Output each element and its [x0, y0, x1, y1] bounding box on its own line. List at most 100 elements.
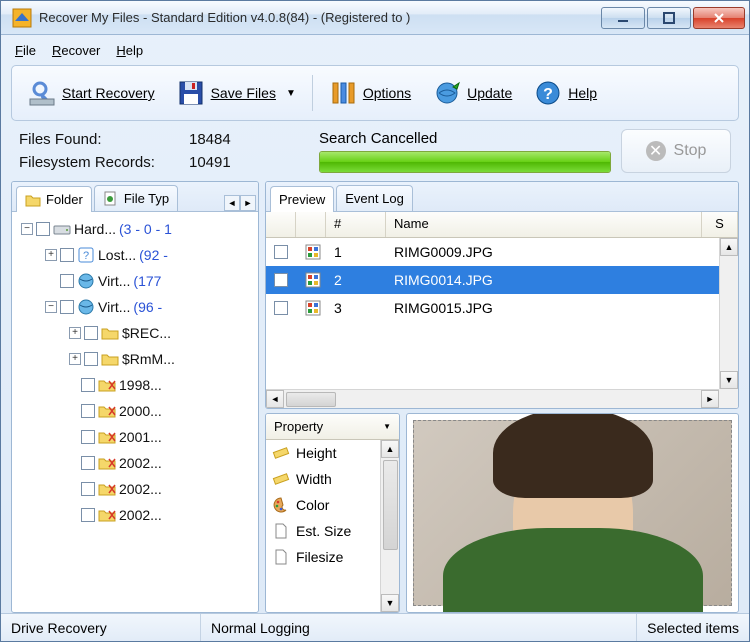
tree-label: Hard...: [74, 216, 116, 242]
scroll-right-icon[interactable]: ►: [701, 390, 719, 408]
header-number[interactable]: #: [326, 212, 386, 237]
checkbox[interactable]: [36, 222, 50, 236]
tree-label: Lost...: [98, 242, 136, 268]
statusbar: Drive Recovery Normal Logging Selected i…: [1, 613, 749, 641]
image-preview-panel: [406, 413, 739, 613]
vertical-scrollbar[interactable]: ▲ ▼: [380, 440, 399, 612]
checkbox[interactable]: [274, 301, 288, 315]
update-button[interactable]: Update: [423, 73, 522, 113]
tree-1998[interactable]: 1998...: [14, 372, 256, 398]
tree-2002a[interactable]: 2002...: [14, 450, 256, 476]
checkbox[interactable]: [81, 508, 95, 522]
expander-icon[interactable]: −: [21, 223, 33, 235]
drive-icon: [53, 220, 71, 238]
expander-icon[interactable]: −: [45, 301, 57, 313]
tree-label: $REC...: [122, 320, 171, 346]
folder-icon: [101, 350, 119, 368]
checkbox[interactable]: [81, 482, 95, 496]
tree-2000[interactable]: 2000...: [14, 398, 256, 424]
window-controls: [599, 7, 745, 29]
checkbox[interactable]: [274, 273, 288, 287]
tree-virt1[interactable]: Virt... (177: [14, 268, 256, 294]
expander-icon[interactable]: +: [69, 327, 81, 339]
svg-text:?: ?: [543, 86, 553, 103]
file-row[interactable]: 3 RIMG0015.JPG: [266, 294, 738, 322]
file-row[interactable]: 1 RIMG0009.JPG: [266, 238, 738, 266]
files-found-value: 18484: [189, 131, 309, 148]
tree-2002b[interactable]: 2002...: [14, 476, 256, 502]
tab-folder[interactable]: Folder: [16, 186, 92, 212]
tree-2001[interactable]: 2001...: [14, 424, 256, 450]
header-name[interactable]: Name: [386, 212, 702, 237]
menu-file[interactable]: File: [15, 43, 36, 58]
file-list-panel: Preview Event Log # Name S 1 RIMG0009.JP…: [265, 181, 739, 409]
tab-filetype[interactable]: File Typ: [94, 185, 178, 211]
tree-count: (3 - 0 - 1: [119, 216, 172, 242]
tree-virt2[interactable]: − Virt... (96 -: [14, 294, 256, 320]
expander-icon[interactable]: +: [45, 249, 57, 261]
options-icon: [329, 79, 357, 107]
tree-lost[interactable]: + ? Lost... (92 -: [14, 242, 256, 268]
scroll-up-icon[interactable]: ▲: [720, 238, 738, 256]
tree-label: 1998...: [119, 372, 162, 398]
status-selected: Selected items: [637, 614, 749, 641]
checkbox[interactable]: [60, 300, 74, 314]
titlebar: Recover My Files - Standard Edition v4.0…: [1, 1, 749, 35]
file-icon: [272, 548, 290, 566]
properties-list[interactable]: Height Width Color Est. Size: [266, 440, 399, 612]
checkbox[interactable]: [81, 456, 95, 470]
scroll-up-icon[interactable]: ▲: [381, 440, 399, 458]
image-file-icon: [304, 299, 322, 317]
checkbox[interactable]: [60, 274, 74, 288]
folder-tree[interactable]: − Hard... (3 - 0 - 1 + ? Lost... (92 -: [12, 212, 258, 612]
expander-icon[interactable]: +: [69, 353, 81, 365]
fs-records-value: 10491: [189, 154, 309, 171]
status-progress: Search Cancelled: [319, 130, 611, 173]
vertical-scrollbar[interactable]: ▲ ▼: [719, 238, 738, 389]
save-icon: [177, 79, 205, 107]
checkbox[interactable]: [81, 404, 95, 418]
minimize-button[interactable]: [601, 7, 645, 29]
start-recovery-button[interactable]: Start Recovery: [18, 73, 165, 113]
scroll-down-icon[interactable]: ▼: [720, 371, 738, 389]
menu-help[interactable]: Help: [116, 43, 143, 58]
checkbox[interactable]: [60, 248, 74, 262]
tab-preview[interactable]: Preview: [270, 186, 334, 212]
image-file-icon: [304, 271, 322, 289]
checkbox[interactable]: [81, 430, 95, 444]
tree-label: $RmM...: [122, 346, 175, 372]
tree-root[interactable]: − Hard... (3 - 0 - 1: [14, 216, 256, 242]
help-button[interactable]: ? Help: [524, 73, 607, 113]
options-label: Options: [363, 85, 411, 101]
properties-panel: Property ▼ Height Width: [265, 413, 400, 613]
stop-button[interactable]: ✕ Stop: [621, 129, 731, 173]
header-checkbox[interactable]: [266, 212, 296, 237]
scroll-left-icon[interactable]: ◄: [266, 390, 284, 408]
tree-rmm[interactable]: + $RmM...: [14, 346, 256, 372]
close-button[interactable]: [693, 7, 745, 29]
maximize-button[interactable]: [647, 7, 691, 29]
file-row-selected[interactable]: 2 RIMG0014.JPG: [266, 266, 738, 294]
header-s[interactable]: S: [702, 212, 738, 237]
checkbox[interactable]: [84, 326, 98, 340]
preview-row: Property ▼ Height Width: [265, 413, 739, 613]
properties-header[interactable]: Property ▼: [266, 414, 399, 440]
checkbox[interactable]: [274, 245, 288, 259]
menu-recover[interactable]: Recover: [52, 43, 100, 58]
checkbox[interactable]: [81, 378, 95, 392]
start-recovery-icon: [28, 79, 56, 107]
file-list[interactable]: 1 RIMG0009.JPG 2 RIMG0014.JPG: [266, 238, 738, 408]
tab-nav-left[interactable]: ◄: [224, 195, 240, 211]
options-button[interactable]: Options: [319, 73, 421, 113]
scroll-thumb[interactable]: [383, 460, 398, 550]
tree-rec[interactable]: + $REC...: [14, 320, 256, 346]
tab-nav-right[interactable]: ►: [240, 195, 256, 211]
scroll-thumb[interactable]: [286, 392, 336, 407]
horizontal-scrollbar[interactable]: ◄ ►: [266, 389, 719, 408]
scroll-down-icon[interactable]: ▼: [381, 594, 399, 612]
save-files-button[interactable]: Save Files ▼: [167, 73, 306, 113]
tree-2002c[interactable]: 2002...: [14, 502, 256, 528]
header-icon[interactable]: [296, 212, 326, 237]
checkbox[interactable]: [84, 352, 98, 366]
tab-eventlog[interactable]: Event Log: [336, 185, 413, 211]
